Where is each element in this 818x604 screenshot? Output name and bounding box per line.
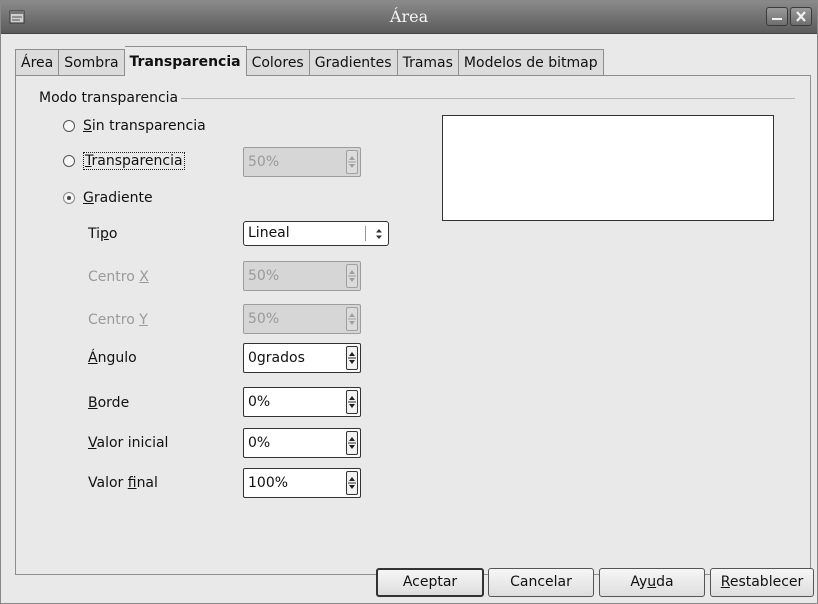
label-tipo: Tipo [88, 226, 118, 242]
tab-tramas[interactable]: Tramas [397, 49, 459, 76]
tab-area[interactable]: Área [15, 49, 60, 76]
radio-label-gradient: Gradiente [83, 190, 153, 206]
centro-x-field[interactable]: 50% [243, 261, 361, 291]
spin-stepper[interactable] [346, 431, 358, 455]
valor-inicial-value: 0% [248, 435, 271, 451]
stepper-arrows-icon [348, 313, 356, 325]
reset-button[interactable]: Restablecer [710, 568, 814, 597]
group-title: Modo transparencia [39, 90, 185, 106]
transparency-percent-value: 50% [248, 154, 280, 170]
radio-label-none: Sin transparencia [83, 118, 206, 134]
tipo-select[interactable]: Lineal [243, 221, 389, 246]
window-title: Área [389, 7, 429, 26]
radio-button-transparency[interactable] [63, 155, 75, 167]
tab-modelos-bitmap[interactable]: Modelos de bitmap [458, 49, 604, 76]
stepper-arrows-icon [348, 352, 356, 364]
centro-y-field[interactable]: 50% [243, 304, 361, 334]
select-arrows-icon [374, 226, 384, 246]
centro-x-value: 50% [248, 268, 280, 284]
close-icon [796, 11, 806, 22]
transparency-percent-field[interactable]: 50% [243, 147, 361, 177]
spin-stepper[interactable] [346, 471, 358, 495]
minimize-icon [772, 18, 782, 20]
tab-colores[interactable]: Colores [246, 49, 310, 76]
valor-final-value: 100% [248, 475, 289, 491]
label-angulo: Ángulo [88, 350, 137, 366]
select-separator [365, 226, 366, 241]
stepper-arrows-icon [348, 477, 356, 489]
gradient-preview [442, 115, 774, 221]
radio-label-transparency: Transparencia [83, 152, 185, 170]
spin-stepper[interactable] [346, 150, 358, 174]
title-bar: Área [1, 1, 817, 34]
angulo-field[interactable]: 0grados [243, 343, 361, 373]
borde-value: 0% [248, 394, 271, 410]
tab-transparencia[interactable]: Transparencia [124, 46, 247, 76]
tab-gradientes[interactable]: Gradientes [309, 49, 398, 76]
radio-transparency[interactable]: Transparencia [63, 150, 185, 172]
tipo-select-value: Lineal [248, 225, 290, 241]
spin-stepper[interactable] [346, 346, 358, 370]
minimize-button[interactable] [766, 7, 788, 26]
area-dialog: Área Área Sombra Transparencia Colores G… [0, 0, 818, 604]
close-button[interactable] [790, 7, 812, 26]
help-button[interactable]: Ayuda [599, 568, 705, 597]
stepper-arrows-icon [348, 437, 356, 449]
radio-button-gradient[interactable] [63, 192, 75, 204]
group-divider [181, 98, 795, 99]
label-centro-x: Centro X [88, 269, 149, 285]
stepper-arrows-icon [348, 156, 356, 168]
centro-y-value: 50% [248, 311, 280, 327]
stepper-arrows-icon [348, 270, 356, 282]
angulo-value: 0grados [248, 350, 305, 366]
borde-field[interactable]: 0% [243, 387, 361, 417]
cancel-button[interactable]: Cancelar [488, 568, 594, 597]
label-centro-y: Centro Y [88, 312, 148, 328]
radio-gradient[interactable]: Gradiente [63, 187, 153, 209]
accept-button[interactable]: Aceptar [376, 568, 484, 597]
valor-final-field[interactable]: 100% [243, 468, 361, 498]
tab-bar: Área Sombra Transparencia Colores Gradie… [15, 46, 604, 76]
label-borde: Borde [88, 395, 130, 411]
radio-button-none[interactable] [63, 120, 75, 132]
spin-stepper[interactable] [346, 390, 358, 414]
tab-sombra[interactable]: Sombra [59, 49, 125, 76]
stepper-arrows-icon [348, 396, 356, 408]
radio-no-transparency[interactable]: Sin transparencia [63, 115, 206, 137]
spin-stepper[interactable] [346, 307, 358, 331]
label-valor-inicial: Valor inicial [88, 435, 169, 451]
spin-stepper[interactable] [346, 264, 358, 288]
label-valor-final: Valor final [88, 475, 158, 491]
valor-inicial-field[interactable]: 0% [243, 428, 361, 458]
